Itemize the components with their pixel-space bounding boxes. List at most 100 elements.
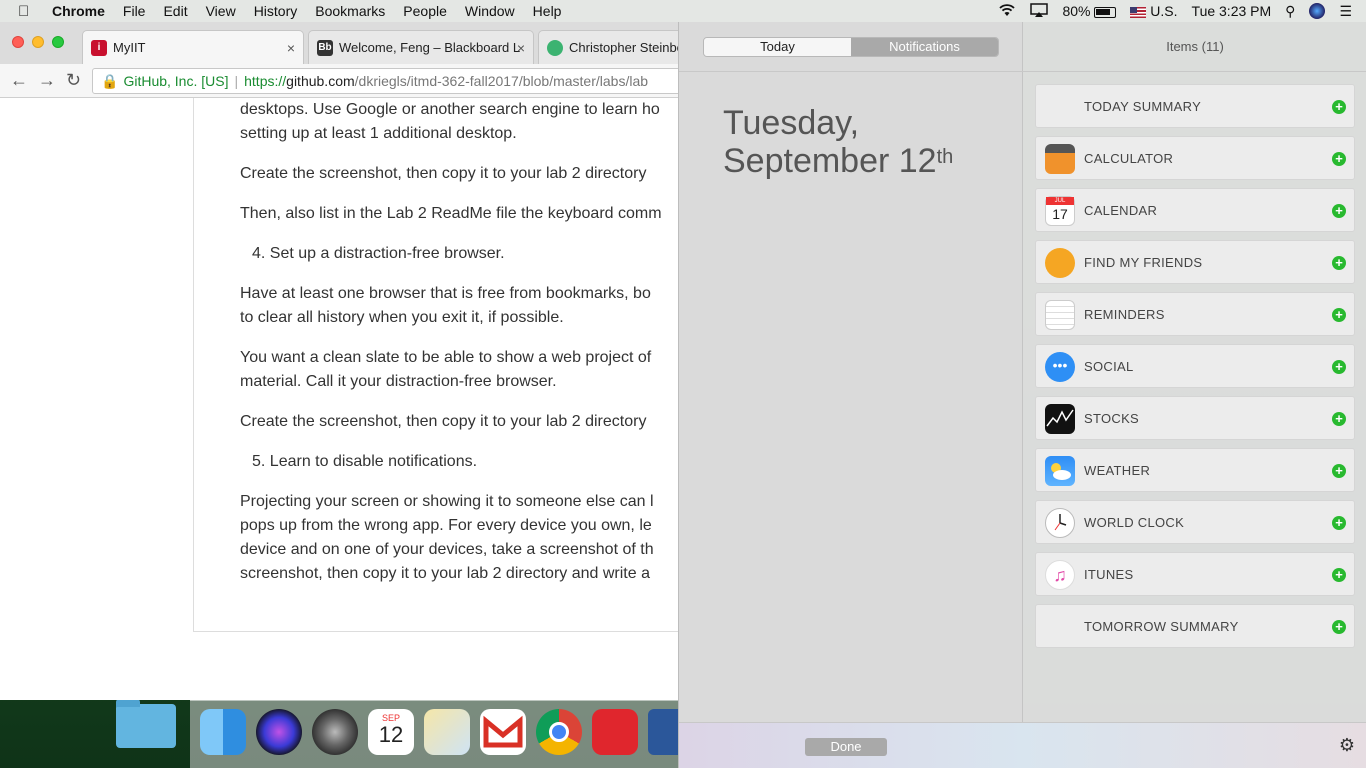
dock-calendar-day: 12 xyxy=(378,722,404,747)
widget-calculator[interactable]: CALCULATOR + xyxy=(1035,136,1355,180)
add-widget-icon[interactable]: + xyxy=(1332,152,1346,166)
menu-people[interactable]: People xyxy=(403,3,447,19)
apple-menu-icon[interactable]:  xyxy=(18,3,36,20)
add-widget-icon[interactable]: + xyxy=(1332,256,1346,270)
paragraph-line: Have at least one browser that is free f… xyxy=(240,285,651,302)
spotlight-search-icon[interactable]: ⚲ xyxy=(1285,3,1295,20)
site-identity: GitHub, Inc. [US] xyxy=(123,73,229,89)
wifi-icon[interactable] xyxy=(998,3,1016,20)
tab-today[interactable]: Today xyxy=(704,38,851,56)
airplay-icon[interactable] xyxy=(1030,2,1049,20)
social-icon: ••• xyxy=(1045,352,1075,382)
paragraph-line: screenshot, then copy it to your lab 2 d… xyxy=(240,565,650,582)
window-close-button[interactable] xyxy=(12,36,24,48)
menu-bookmarks[interactable]: Bookmarks xyxy=(315,3,385,19)
calendar-app-icon[interactable]: SEP 12 xyxy=(368,709,414,755)
widget-social[interactable]: ••• SOCIAL + xyxy=(1035,344,1355,388)
paragraph-line: Then, also list in the Lab 2 ReadMe file… xyxy=(240,205,662,222)
add-widget-icon[interactable]: + xyxy=(1332,360,1346,374)
menu-bar:  Chrome File Edit View History Bookmark… xyxy=(0,0,1366,22)
chrome-icon[interactable] xyxy=(536,709,582,755)
widget-find-my-friends[interactable]: FIND MY FRIENDS + xyxy=(1035,240,1355,284)
window-zoom-button[interactable] xyxy=(52,36,64,48)
widget-itunes[interactable]: ♫ ITUNES + xyxy=(1035,552,1355,596)
menu-app-name[interactable]: Chrome xyxy=(52,3,105,19)
forward-arrow-icon[interactable]: → xyxy=(38,70,56,91)
url-host: github.com xyxy=(286,73,355,89)
tab-title: MyIIT xyxy=(113,40,146,55)
calendar-icon: JUL 17 xyxy=(1045,196,1075,226)
tab-close-icon[interactable]: × xyxy=(287,40,295,56)
tab-bar: i MyIIT × Bb Welcome, Feng – Blackboard … xyxy=(0,22,680,64)
add-widget-icon[interactable]: + xyxy=(1332,100,1346,114)
finder-icon[interactable] xyxy=(200,709,246,755)
menu-history[interactable]: History xyxy=(254,3,298,19)
divider xyxy=(1023,71,1366,72)
widget-label: SOCIAL xyxy=(1084,359,1134,374)
menubar-clock[interactable]: Tue 3:23 PM xyxy=(1192,3,1272,19)
add-widget-icon[interactable]: + xyxy=(1332,516,1346,530)
tab-blackboard[interactable]: Bb Welcome, Feng – Blackboard L × xyxy=(308,30,534,64)
menu-edit[interactable]: Edit xyxy=(163,3,187,19)
word-icon[interactable] xyxy=(648,709,678,755)
add-widget-icon[interactable]: + xyxy=(1332,620,1346,634)
widget-label: TODAY SUMMARY xyxy=(1084,99,1202,114)
gear-icon[interactable]: ⚙ xyxy=(1339,735,1355,756)
add-widget-icon[interactable]: + xyxy=(1332,464,1346,478)
done-button[interactable]: Done xyxy=(805,738,887,756)
address-bar[interactable]: 🔒 GitHub, Inc. [US] | https://github.com… xyxy=(92,68,680,94)
calendar-widget-day: 17 xyxy=(1052,206,1068,222)
url-scheme: https:// xyxy=(244,73,287,89)
notification-center-icon[interactable]: ☰ xyxy=(1339,3,1352,20)
add-widget-icon[interactable]: + xyxy=(1332,308,1346,322)
input-source[interactable]: U.S. xyxy=(1130,3,1178,19)
menu-file[interactable]: File xyxy=(123,3,146,19)
paragraph-line: desktops. Use Google or another search e… xyxy=(240,101,660,118)
paragraph-line: Projecting your screen or showing it to … xyxy=(240,493,654,510)
menu-window[interactable]: Window xyxy=(465,3,515,19)
world-clock-icon xyxy=(1045,508,1075,538)
widget-reminders[interactable]: REMINDERS + xyxy=(1035,292,1355,336)
add-widget-icon[interactable]: + xyxy=(1332,568,1346,582)
readme-article: desktops. Use Google or another search e… xyxy=(193,98,680,632)
widget-label: REMINDERS xyxy=(1084,307,1165,322)
siri-icon[interactable] xyxy=(256,709,302,755)
widget-label: TOMORROW SUMMARY xyxy=(1084,619,1239,634)
chrome-center xyxy=(549,722,569,742)
input-source-label: U.S. xyxy=(1150,3,1178,19)
us-flag-icon xyxy=(1130,6,1147,18)
tab-christopher[interactable]: Christopher Steinbe xyxy=(538,30,680,64)
add-widget-icon[interactable]: + xyxy=(1332,204,1346,218)
widget-weather[interactable]: WEATHER + xyxy=(1035,448,1355,492)
today-date: Tuesday, September 12th xyxy=(723,104,953,180)
tab-myiit[interactable]: i MyIIT × xyxy=(82,30,304,64)
window-minimize-button[interactable] xyxy=(32,36,44,48)
back-arrow-icon[interactable]: ← xyxy=(10,70,28,91)
battery-status[interactable]: 80% xyxy=(1062,3,1117,19)
divider xyxy=(679,71,1023,72)
desktop-folder-icon[interactable] xyxy=(116,699,176,748)
siri-icon[interactable] xyxy=(1309,3,1326,19)
paragraph-line: material. Call it your distraction-free … xyxy=(240,373,557,390)
widget-label: FIND MY FRIENDS xyxy=(1084,255,1203,270)
menu-view[interactable]: View xyxy=(206,3,236,19)
omnibox-separator: | xyxy=(234,73,239,89)
widget-calendar[interactable]: JUL 17 CALENDAR + xyxy=(1035,188,1355,232)
system-preferences-icon[interactable] xyxy=(312,709,358,755)
calculator-icon xyxy=(1045,144,1075,174)
widget-today-summary[interactable]: TODAY SUMMARY + xyxy=(1035,84,1355,128)
tab-close-icon[interactable]: × xyxy=(517,40,525,56)
page-content: desktops. Use Google or another search e… xyxy=(0,98,680,700)
gmail-icon[interactable] xyxy=(480,709,526,755)
itunes-icon: ♫ xyxy=(1045,560,1075,590)
widget-tomorrow-summary[interactable]: TOMORROW SUMMARY + xyxy=(1035,604,1355,648)
add-widget-icon[interactable]: + xyxy=(1332,412,1346,426)
iit-favicon-icon: i xyxy=(91,39,107,56)
preview-icon[interactable] xyxy=(424,709,470,755)
menu-help[interactable]: Help xyxy=(533,3,562,19)
widget-world-clock[interactable]: WORLD CLOCK + xyxy=(1035,500,1355,544)
widget-stocks[interactable]: STOCKS + xyxy=(1035,396,1355,440)
tab-notifications[interactable]: Notifications xyxy=(851,38,998,56)
reload-icon[interactable]: ↻ xyxy=(66,70,81,91)
netease-music-icon[interactable] xyxy=(592,709,638,755)
